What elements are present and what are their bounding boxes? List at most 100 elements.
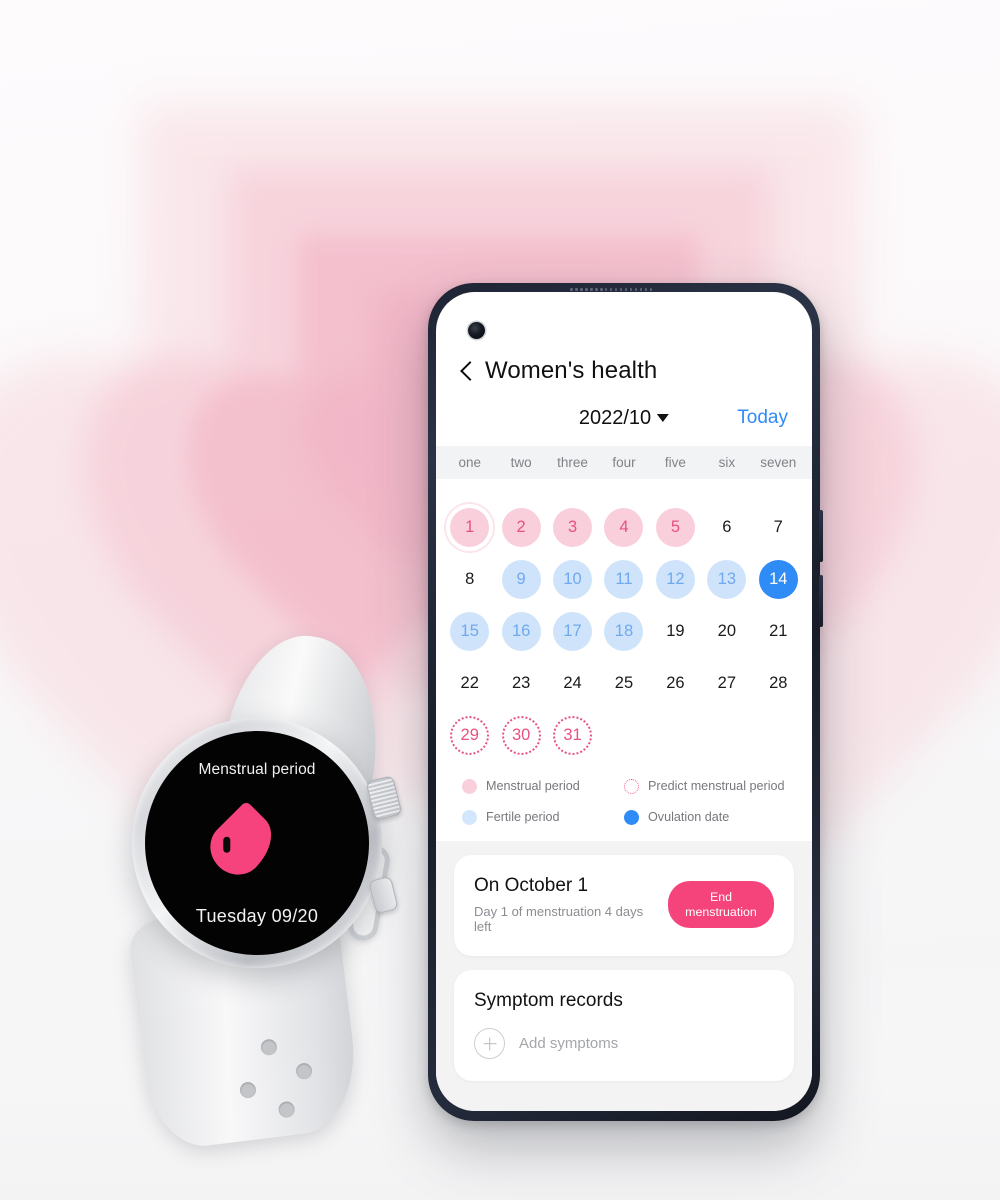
- volume-down-button[interactable]: [819, 575, 823, 627]
- calendar-cell[interactable]: 31: [547, 709, 598, 761]
- smartphone: Women's health 2022/10 Today one two three…: [428, 283, 823, 1121]
- calendar-cell[interactable]: 9: [495, 553, 546, 605]
- legend-label: Fertile period: [486, 810, 560, 825]
- blood-drops-icon: [199, 800, 313, 885]
- calendar-cell[interactable]: 14: [753, 553, 804, 605]
- symptom-records-title: Symptom records: [474, 990, 623, 1011]
- weekday-six: six: [718, 455, 736, 470]
- status-card-title: On October 1: [474, 875, 589, 896]
- calendar-day-2[interactable]: 2: [501, 507, 541, 547]
- calendar-cell[interactable]: 4: [598, 501, 649, 553]
- strap-hole: [239, 1081, 257, 1100]
- month-label-text: 2022/10: [578, 406, 652, 429]
- weekday-three: three: [557, 455, 588, 470]
- calendar-cell[interactable]: 30: [495, 709, 546, 761]
- calendar-cell[interactable]: 20: [701, 605, 752, 657]
- plus-circle-icon[interactable]: [474, 1028, 505, 1059]
- calendar-day-30[interactable]: 30: [501, 715, 541, 755]
- calendar-day-17[interactable]: 17: [553, 611, 593, 651]
- calendar-day-14[interactable]: 14: [758, 559, 798, 599]
- calendar-cell[interactable]: 26: [650, 657, 701, 709]
- calendar-day-26[interactable]: 26: [656, 664, 695, 703]
- calendar-day-25[interactable]: 25: [604, 664, 643, 703]
- calendar-day-29[interactable]: 29: [450, 715, 490, 755]
- calendar-cell[interactable]: 18: [598, 605, 649, 657]
- smartwatch: Menstrual period Tuesday 09/20: [118, 625, 448, 1152]
- calendar-cell[interactable]: 22: [444, 657, 495, 709]
- calendar-day-8[interactable]: 8: [450, 560, 489, 599]
- calendar-day-31[interactable]: 31: [553, 715, 593, 755]
- app-header: Women's health: [436, 292, 812, 390]
- calendar-cell[interactable]: 5: [650, 501, 701, 553]
- legend-label: Predict menstrual period: [648, 779, 785, 794]
- calendar-cell[interactable]: 3: [547, 501, 598, 553]
- calendar-day-1[interactable]: 1: [450, 507, 490, 547]
- legend-label: Menstrual period: [486, 779, 580, 794]
- calendar-day-13[interactable]: 13: [707, 559, 747, 599]
- calendar-day-27[interactable]: 27: [707, 664, 746, 703]
- add-symptoms-row[interactable]: Add symptoms: [474, 1028, 774, 1059]
- calendar-cell[interactable]: 24: [547, 657, 598, 709]
- calendar-cell[interactable]: 1: [444, 501, 495, 553]
- back-chevron-icon[interactable]: [460, 360, 473, 382]
- month-picker[interactable]: 2022/10: [578, 406, 670, 430]
- calendar-day-16[interactable]: 16: [501, 611, 541, 651]
- calendar-day-5[interactable]: 5: [655, 507, 695, 547]
- calendar-cell[interactable]: 25: [598, 657, 649, 709]
- calendar-day-10[interactable]: 10: [553, 559, 593, 599]
- calendar-day-22[interactable]: 22: [450, 664, 489, 703]
- weekday-seven: seven: [760, 455, 797, 470]
- calendar-cell[interactable]: 28: [753, 657, 804, 709]
- calendar-day-19[interactable]: 19: [656, 612, 695, 651]
- calendar-cell[interactable]: 15: [444, 605, 495, 657]
- volume-up-button[interactable]: [819, 510, 823, 562]
- calendar-day-4[interactable]: 4: [604, 507, 644, 547]
- calendar-day-21[interactable]: 21: [759, 612, 798, 651]
- calendar-day-23[interactable]: 23: [502, 664, 541, 703]
- calendar-day-18[interactable]: 18: [604, 611, 644, 651]
- chevron-down-icon: [657, 414, 670, 422]
- today-button[interactable]: Today: [737, 407, 788, 429]
- end-menstruation-button[interactable]: End menstruation: [668, 880, 774, 929]
- calendar-cell[interactable]: 21: [753, 605, 804, 657]
- calendar-day-11[interactable]: 11: [604, 559, 644, 599]
- strap-hole: [295, 1062, 313, 1081]
- calendar-cell[interactable]: 2: [495, 501, 546, 553]
- calendar-cell[interactable]: 12: [650, 553, 701, 605]
- calendar-cell[interactable]: 10: [547, 553, 598, 605]
- calendar-day-6[interactable]: 6: [707, 508, 746, 547]
- calendar-cell[interactable]: 17: [547, 605, 598, 657]
- watch-case: Menstrual period Tuesday 09/20: [132, 718, 403, 968]
- calendar-day-12[interactable]: 12: [655, 559, 695, 599]
- watch-face-date: Tuesday 09/20: [195, 906, 319, 926]
- calendar-legend: Menstrual period Predict menstrual period…: [436, 769, 812, 841]
- symptom-records-card: Symptom records Add symptoms: [454, 970, 794, 1081]
- calendar-day-28[interactable]: 28: [759, 664, 798, 703]
- calendar-cell[interactable]: 19: [650, 605, 701, 657]
- calendar-cell[interactable]: 6: [701, 501, 752, 553]
- calendar-cell[interactable]: 7: [753, 501, 804, 553]
- weekday-five: five: [664, 455, 686, 470]
- legend-item-fertile: Fertile period: [462, 810, 624, 825]
- calendar-cell[interactable]: 11: [598, 553, 649, 605]
- weekday-header: one two three four five six seven: [436, 446, 812, 479]
- legend-label: Ovulation date: [648, 810, 730, 825]
- calendar-cell[interactable]: 8: [444, 553, 495, 605]
- calendar-day-7[interactable]: 7: [759, 508, 798, 547]
- calendar-cell[interactable]: 29: [444, 709, 495, 761]
- calendar-day-20[interactable]: 20: [707, 612, 746, 651]
- watch-screen[interactable]: Menstrual period Tuesday 09/20: [145, 731, 369, 955]
- calendar-cell[interactable]: 16: [495, 605, 546, 657]
- calendar-cell[interactable]: 23: [495, 657, 546, 709]
- watch-crown[interactable]: [365, 775, 403, 821]
- calendar-day-3[interactable]: 3: [553, 507, 593, 547]
- scene: Menstrual period Tuesday 09/20 Women's h…: [0, 0, 1000, 1200]
- cards-area: On October 1 Day 1 of menstruation 4 day…: [436, 841, 812, 1111]
- calendar-day-9[interactable]: 9: [501, 559, 541, 599]
- calendar-cell[interactable]: 13: [701, 553, 752, 605]
- calendar-day-24[interactable]: 24: [553, 664, 592, 703]
- strap-hole: [259, 1038, 278, 1057]
- calendar-day-15[interactable]: 15: [450, 611, 490, 651]
- legend-item-predict: Predict menstrual period: [624, 779, 786, 794]
- calendar-cell[interactable]: 27: [701, 657, 752, 709]
